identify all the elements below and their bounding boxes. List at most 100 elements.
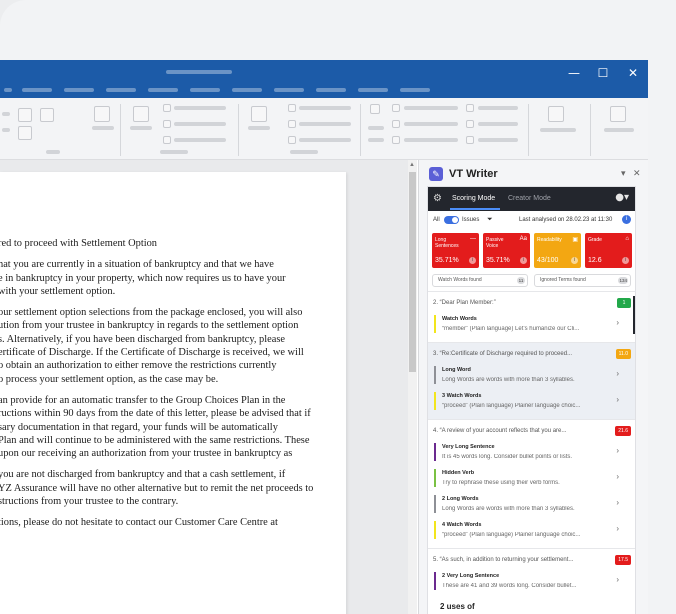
tab-creator-mode[interactable]: Creator Mode bbox=[508, 195, 551, 202]
ribbon-button[interactable] bbox=[18, 108, 32, 122]
close-button[interactable]: ✕ bbox=[624, 64, 642, 82]
ribbon-tab-placeholder[interactable] bbox=[106, 88, 136, 92]
issue-header[interactable]: 5. “As such, in addition to returning yo… bbox=[428, 554, 635, 568]
score-card-info-icon[interactable]: i bbox=[622, 257, 629, 264]
issue-item[interactable]: 2 Very Long Sentence These are 41 and 39 … bbox=[434, 570, 631, 594]
ribbon-control[interactable] bbox=[404, 138, 458, 142]
ribbon-control[interactable] bbox=[299, 138, 351, 142]
issue-header[interactable]: 3. “Re:Certificate of Discharge required… bbox=[428, 348, 635, 362]
document-paragraph[interactable]: an provide for an automatic transfer to … bbox=[0, 394, 346, 460]
chevron-right-icon[interactable]: › bbox=[616, 575, 619, 584]
scroll-up-icon[interactable]: ▲ bbox=[409, 162, 415, 168]
ribbon-tab-placeholder[interactable] bbox=[358, 88, 388, 92]
ribbon-button[interactable] bbox=[133, 106, 149, 122]
chevron-right-icon[interactable]: › bbox=[616, 446, 619, 455]
gear-icon[interactable]: ⚙ bbox=[433, 193, 442, 204]
ribbon-tab-placeholder[interactable] bbox=[22, 88, 52, 92]
issue-card[interactable]: 2. “Dear Plan Member:” 1 Watch Words “membe… bbox=[428, 291, 635, 342]
chevron-right-icon[interactable]: › bbox=[616, 369, 619, 378]
score-card-info-icon[interactable]: i bbox=[520, 257, 527, 264]
maximize-button[interactable]: ☐ bbox=[594, 64, 612, 82]
ribbon-checkbox[interactable] bbox=[163, 120, 171, 128]
filter-icon[interactable]: ⏷ bbox=[487, 216, 493, 224]
ribbon-checkbox[interactable] bbox=[288, 136, 296, 144]
document-scrollbar[interactable]: ▲ bbox=[408, 160, 417, 614]
ribbon-control[interactable] bbox=[478, 122, 518, 126]
ribbon-button[interactable] bbox=[251, 106, 267, 122]
chevron-right-icon[interactable]: › bbox=[616, 498, 619, 507]
ribbon-tab-placeholder[interactable] bbox=[274, 88, 304, 92]
ribbon-checkbox[interactable] bbox=[392, 104, 400, 112]
ribbon-checkbox[interactable] bbox=[466, 120, 474, 128]
ribbon-control[interactable] bbox=[478, 138, 518, 142]
issue-scroll-indicator[interactable] bbox=[633, 296, 635, 334]
document-paragraph[interactable]: red to proceed with Settlement Option bbox=[0, 237, 346, 250]
ribbon-button[interactable] bbox=[548, 106, 564, 122]
ribbon-control[interactable] bbox=[174, 106, 226, 110]
document-paragraph[interactable]: our settlement option selections from th… bbox=[0, 306, 346, 386]
pane-close-icon[interactable]: ✕ bbox=[633, 168, 641, 179]
issue-item[interactable]: Long Word Long Words are words with more … bbox=[434, 364, 631, 388]
scrollbar-thumb[interactable] bbox=[409, 172, 416, 372]
ribbon-checkbox[interactable] bbox=[392, 136, 400, 144]
ribbon-control[interactable] bbox=[368, 138, 384, 142]
ribbon-tab-placeholder[interactable] bbox=[148, 88, 178, 92]
ribbon-button[interactable] bbox=[370, 104, 380, 114]
issues-toggle[interactable] bbox=[444, 216, 459, 224]
score-card-info-icon[interactable]: i bbox=[571, 257, 578, 264]
ribbon-tab-placeholder[interactable] bbox=[316, 88, 346, 92]
ignored-terms-found-button[interactable]: Ignored Terms found 134 bbox=[534, 274, 631, 287]
score-card-info-icon[interactable]: i bbox=[469, 257, 476, 264]
ribbon-button[interactable] bbox=[40, 108, 54, 122]
score-card[interactable]: Passive Voice Aa 35.71% i bbox=[483, 233, 530, 268]
issue-header[interactable]: 4. “A review of your account reflects th… bbox=[428, 425, 635, 439]
info-icon[interactable]: i bbox=[622, 215, 631, 224]
ribbon-control[interactable] bbox=[299, 122, 351, 126]
ribbon-tab-placeholder[interactable] bbox=[232, 88, 262, 92]
ribbon-control[interactable] bbox=[174, 122, 226, 126]
ribbon-control[interactable] bbox=[404, 106, 458, 110]
ribbon-button[interactable] bbox=[610, 106, 626, 122]
ribbon-checkbox[interactable] bbox=[392, 120, 400, 128]
watch-words-found-button[interactable]: Watch Words found 11 bbox=[432, 274, 528, 287]
ribbon-control[interactable] bbox=[130, 126, 152, 130]
ribbon-control[interactable] bbox=[299, 106, 351, 110]
ribbon-button[interactable] bbox=[94, 106, 110, 122]
ribbon-control[interactable] bbox=[2, 128, 10, 132]
ribbon-button[interactable] bbox=[18, 126, 32, 140]
issue-item[interactable]: 3 Watch Words “proceed” (Plain language) … bbox=[434, 390, 631, 414]
ribbon-tab-placeholder[interactable] bbox=[4, 88, 12, 92]
issue-card[interactable]: 4. “A review of your account reflects th… bbox=[428, 419, 635, 548]
issue-header[interactable]: 2. “Dear Plan Member:” 1 bbox=[428, 297, 635, 311]
chevron-right-icon[interactable]: › bbox=[616, 395, 619, 404]
score-card[interactable]: Long Sentences — 35.71% i bbox=[432, 233, 479, 268]
ribbon-control[interactable] bbox=[174, 138, 226, 142]
account-icon[interactable]: ●▾ bbox=[615, 192, 629, 203]
minimize-button[interactable]: — bbox=[565, 64, 583, 82]
document-paragraph[interactable]: you are not discharged from bankruptcy a… bbox=[0, 468, 346, 508]
ribbon-control[interactable] bbox=[2, 112, 10, 116]
ribbon-tab-placeholder[interactable] bbox=[190, 88, 220, 92]
issue-item[interactable]: 2 Long Words Long Words are words with mo… bbox=[434, 493, 631, 517]
chevron-right-icon[interactable]: › bbox=[616, 472, 619, 481]
ribbon-tab-placeholder[interactable] bbox=[64, 88, 94, 92]
ribbon-control[interactable] bbox=[478, 106, 518, 110]
ribbon-control[interactable] bbox=[248, 126, 270, 130]
issue-item[interactable]: Hidden Verb Try to rephrase these using t… bbox=[434, 467, 631, 491]
ribbon-tab-placeholder[interactable] bbox=[400, 88, 430, 92]
issue-item[interactable]: Watch Words “member” (Plain language) Let… bbox=[434, 313, 631, 337]
chevron-right-icon[interactable]: › bbox=[616, 524, 619, 533]
document-body[interactable]: red to proceed with Settlement Option hat… bbox=[0, 237, 346, 538]
ribbon-checkbox[interactable] bbox=[288, 120, 296, 128]
score-card[interactable]: Readability ▣ 43/100 i bbox=[534, 233, 581, 268]
ribbon-checkbox[interactable] bbox=[163, 136, 171, 144]
document-page[interactable]: red to proceed with Settlement Option hat… bbox=[0, 172, 346, 614]
score-card[interactable]: Grade ⌂ 12.6 i bbox=[585, 233, 632, 268]
tab-scoring-mode[interactable]: Scoring Mode bbox=[452, 195, 495, 202]
document-paragraph[interactable]: hat you are currently in a situation of … bbox=[0, 258, 346, 298]
ribbon-control[interactable] bbox=[540, 128, 576, 132]
ribbon-checkbox[interactable] bbox=[466, 104, 474, 112]
ribbon-checkbox[interactable] bbox=[288, 104, 296, 112]
ribbon-control[interactable] bbox=[92, 126, 114, 130]
chevron-right-icon[interactable]: › bbox=[616, 318, 619, 327]
